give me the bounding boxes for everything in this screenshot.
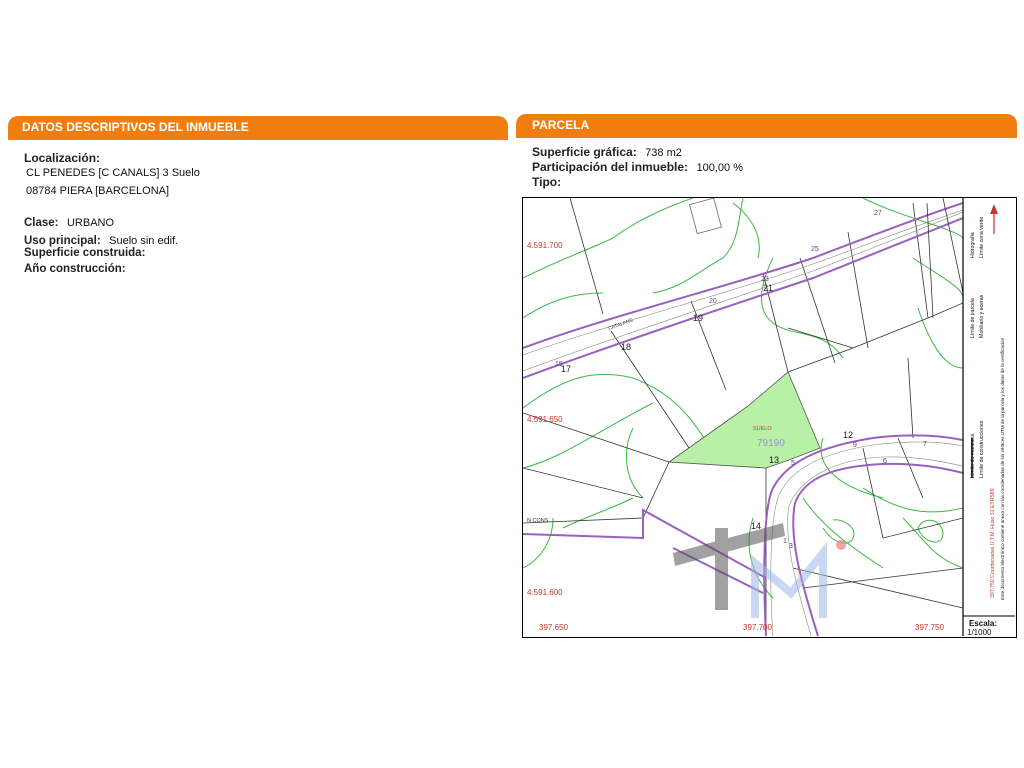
legend-doc-note: Este documento electrónico contiene anex… [1000,337,1005,600]
legend-coords-note: 397.750 Coordenadas U.T.M. Huso 31 ETRS8… [990,488,996,598]
plot-number: 18 [621,342,631,352]
plot-number: 23 [761,276,769,283]
localizacion-label: Localización: [24,151,101,165]
north-arrow-icon [990,204,998,234]
marker-dot [836,540,846,550]
participacion-row: Participación del inmueble: 100,00 % [532,158,743,176]
section-title-parcela: PARCELA [532,118,590,132]
legend-zona-verde: Límite zona verde [979,217,985,258]
plot-number: 12 [843,430,853,440]
clase-label: Clase: [24,217,59,229]
parcel-boundary-extra [942,198,963,294]
legend-parcela: Límite de parcela [970,298,976,338]
scale-label: Escala: [969,619,997,628]
plot-number: 13 [769,455,779,465]
header-underline [8,136,508,140]
plot-number: 20 [709,298,717,305]
building-outline [689,198,722,235]
corner-label: N CONS [527,518,549,524]
plot-number: 6 [883,458,887,465]
legend-mobiliario: Mobiliario y aceras [979,294,985,338]
x-coord-label: 397.700 [743,623,772,632]
superficie-construida-label: Superficie construida: [24,247,146,259]
y-coord-label: 4.591.700 [527,241,563,250]
uso-label: Uso principal: [24,235,101,247]
parcel-boundary-extra [926,202,934,319]
legend: Límite de manzana Límite de construccion… [970,217,1005,600]
x-coord-label: 397.650 [539,623,568,632]
legend-hidrografia: Hidrografía [970,232,976,258]
participacion-label: Participación del inmueble: [532,160,689,174]
address-line2: 08784 PIERA [BARCELONA] [26,185,170,197]
section-title-datos: DATOS DESCRIPTIVOS DEL INMUEBLE [22,120,249,134]
plot-number: 5 [791,460,795,467]
superficie-grafica-label: Superficie gráfica: [532,145,637,159]
section-header-parcela: PARCELA [516,114,1017,136]
section-header-datos: DATOS DESCRIPTIVOS DEL INMUEBLE [8,116,508,138]
tipo-label: Tipo: [532,175,562,189]
plot-number: 15 [555,361,563,368]
parcel-number: 79190 [757,438,785,449]
y-coord-label: 4.591.650 [527,415,563,424]
plot-number: 9 [853,442,857,449]
scale-value: 1/1000 [967,628,992,636]
plot-number: 1 [783,538,787,545]
header-underline-right [516,134,1017,138]
plot-number: 3 [789,543,793,550]
clase-value: URBANO [66,217,115,229]
plot-number: 25 [811,246,819,253]
plot-number: 19 [693,313,703,323]
y-coord-label: 4.591.600 [527,588,563,597]
map-svg: 4.591.700 4.591.650 4.591.600 397.650 39… [523,198,1015,637]
plot-number: 21 [763,283,773,293]
parcel-label: SUELO [753,426,772,432]
clase-row: Clase: URBANO [24,213,114,231]
address-line1: CL PENEDES [C CANALS] 3 Suelo [26,167,200,179]
plot-number: 27 [874,210,882,217]
x-coord-label: 397.750 [915,623,944,632]
cadastral-map: 4.591.700 4.591.650 4.591.600 397.650 39… [522,197,1017,638]
legend-manzana: Límite de manzana [970,434,976,478]
legend-construcciones: Límite de construcciones [979,420,985,478]
ano-construccion-label: Año construcción: [24,263,126,275]
participacion-value: 100,00 % [696,162,743,174]
plot-number: 7 [923,441,927,448]
uso-value: Suelo sin edif. [109,235,179,247]
